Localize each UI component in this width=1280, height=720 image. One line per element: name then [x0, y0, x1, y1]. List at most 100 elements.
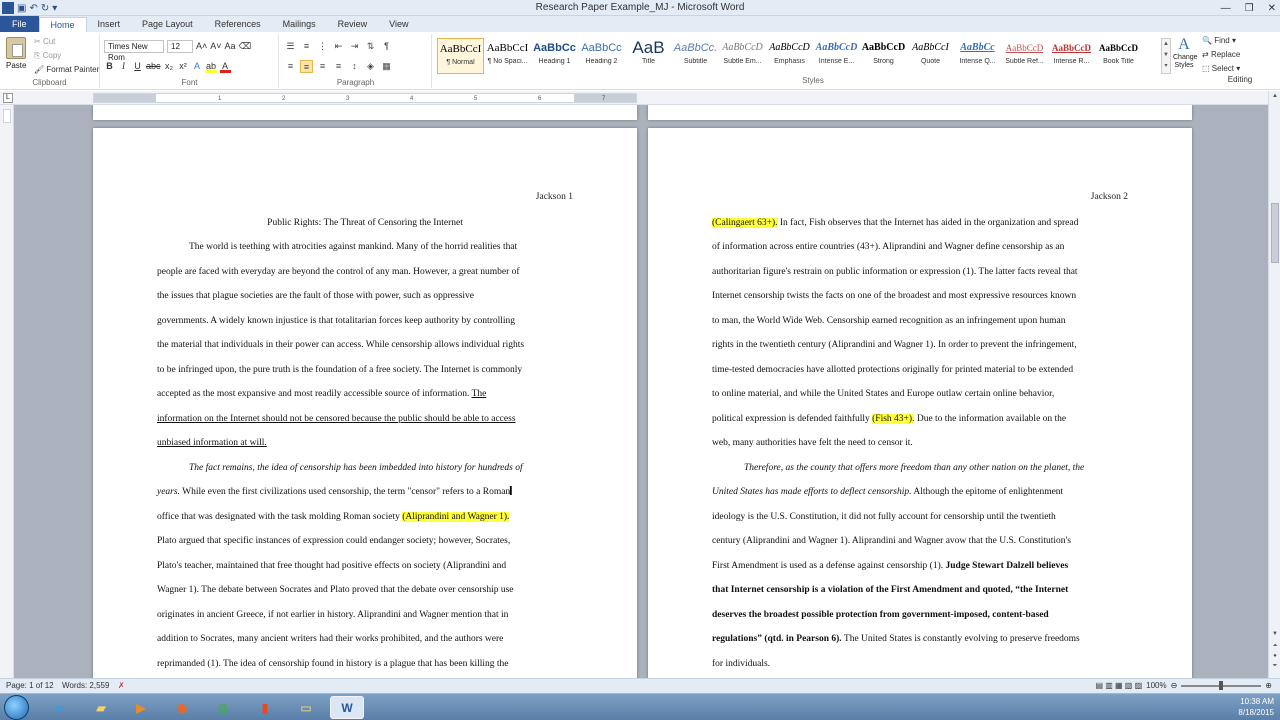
system-tray[interactable]: 10:38 AM 8/18/2015	[1238, 696, 1274, 718]
page-1[interactable]: Jackson 1 Public Rights: The Threat of C…	[93, 128, 637, 678]
clear-format-icon[interactable]: ⌫	[239, 40, 252, 53]
media-player-icon[interactable]: ▶	[124, 696, 158, 719]
tab-page-layout[interactable]: Page Layout	[131, 17, 204, 32]
multilevel-list-icon[interactable]: ⋮	[316, 40, 329, 53]
scroll-up-icon[interactable]: ▲	[1270, 93, 1280, 99]
vertical-scrollbar[interactable]: ▲ ▼ ⏶ ● ⏷	[1268, 91, 1280, 678]
bold-line: deserves the broadest possible protectio…	[712, 610, 1049, 620]
style-book-title[interactable]: AaBbCcD Book Title	[1095, 38, 1142, 74]
style-no-spacing[interactable]: AaBbCcI ¶ No Spaci...	[484, 38, 531, 74]
style-heading-2[interactable]: AaBbCc Heading 2	[578, 38, 625, 74]
style-intense-quote[interactable]: AaBbCc Intense Q...	[954, 38, 1001, 74]
cut-button[interactable]: ✂ Cut	[34, 37, 55, 46]
format-painter-button[interactable]: 🖌 Format Painter	[34, 65, 99, 74]
page-2[interactable]: Jackson 2 (Calingaert 63+). In fact, Fis…	[648, 128, 1192, 678]
grow-font-icon[interactable]: A˄	[196, 40, 207, 53]
align-right-icon[interactable]: ≡	[316, 60, 329, 73]
style-intense-reference[interactable]: AaBbCcD Intense R...	[1048, 38, 1095, 74]
style-emphasis[interactable]: AaBbCcD Emphasis	[766, 38, 813, 74]
text-line: Internet censorship twists the facts on …	[712, 291, 1077, 301]
line-spacing-icon[interactable]: ↕	[348, 60, 361, 73]
find-button[interactable]: 🔍 Find ▾	[1202, 34, 1278, 48]
decrease-indent-icon[interactable]: ⇤	[332, 40, 345, 53]
style-normal[interactable]: AaBbCcI ¶ Normal	[437, 38, 484, 74]
browse-object-icon[interactable]: ●	[1270, 653, 1280, 659]
style-intense-emphasis[interactable]: AaBbCcD Intense E...	[813, 38, 860, 74]
word-taskbar-icon[interactable]: W	[330, 696, 364, 719]
zoom-slider-thumb[interactable]	[1219, 680, 1224, 690]
style-quote[interactable]: AaBbCcI Quote	[907, 38, 954, 74]
firefox-icon[interactable]: ◉	[165, 696, 199, 719]
tab-view[interactable]: View	[378, 17, 419, 32]
font-name-select[interactable]: Times New Rom	[104, 40, 164, 62]
horizontal-ruler[interactable]: L 1 2 3 4 5 6 7	[0, 91, 1280, 105]
change-styles-button[interactable]: A Change Styles	[1173, 36, 1198, 70]
highlight-icon[interactable]: ab	[205, 60, 217, 73]
maximize-icon[interactable]: ❐	[1245, 3, 1254, 14]
tab-insert[interactable]: Insert	[87, 17, 132, 32]
shading-icon[interactable]: ◈	[364, 60, 377, 73]
tab-file[interactable]: File	[0, 16, 39, 32]
tab-home[interactable]: Home	[38, 17, 87, 32]
increase-indent-icon[interactable]: ⇥	[348, 40, 361, 53]
ie-icon[interactable]: e	[42, 696, 76, 719]
font-size-select[interactable]: 12	[167, 40, 193, 53]
change-case-icon[interactable]: Aa	[225, 40, 236, 53]
highlighted-citation: (Aliprandini and Wagner 1).	[402, 512, 510, 522]
style-subtitle[interactable]: AaBbCc. Subtitle	[672, 38, 719, 74]
word-count[interactable]: Words: 2,559	[62, 681, 109, 690]
style-title[interactable]: AaB Title	[625, 38, 672, 74]
scroll-thumb[interactable]	[1271, 203, 1279, 263]
bullets-icon[interactable]: ☰	[284, 40, 297, 53]
justify-icon[interactable]: ≡	[332, 60, 345, 73]
scroll-down-icon[interactable]: ▼	[1270, 631, 1280, 637]
explorer-icon[interactable]: ▰	[84, 696, 118, 719]
numbering-icon[interactable]: ≡	[300, 40, 313, 53]
page-count[interactable]: Page: 1 of 12	[6, 681, 54, 690]
underline-icon[interactable]: U	[132, 60, 143, 73]
superscript-icon[interactable]: x²	[178, 60, 189, 73]
style-heading-1[interactable]: AaBbCc Heading 1	[531, 38, 578, 74]
sort-icon[interactable]: ⇅	[364, 40, 377, 53]
style-subtle-reference[interactable]: AaBbCcD Subtle Ref...	[1001, 38, 1048, 74]
strikethrough-icon[interactable]: abc	[146, 60, 161, 73]
text-effects-icon[interactable]: A	[192, 60, 203, 73]
proofing-icon[interactable]: ✗	[118, 681, 125, 690]
style-subtle-emphasis[interactable]: AaBbCcD Subtle Em...	[719, 38, 766, 74]
bold-icon[interactable]: B	[104, 60, 115, 73]
chrome-icon[interactable]: ◎	[206, 696, 240, 719]
styles-scroll[interactable]: ▲ ▼ ▾	[1161, 38, 1171, 74]
vertical-ruler[interactable]	[0, 105, 14, 678]
paste-button[interactable]: Paste	[6, 61, 26, 70]
italic-icon[interactable]: I	[118, 60, 129, 73]
minimize-icon[interactable]: —	[1221, 3, 1231, 14]
align-left-icon[interactable]: ≡	[284, 60, 297, 73]
tab-mailings[interactable]: Mailings	[272, 17, 327, 32]
start-button-icon[interactable]	[4, 695, 29, 720]
replace-button[interactable]: ⇄ Replace	[1202, 48, 1278, 62]
tab-review[interactable]: Review	[327, 17, 379, 32]
copy-button[interactable]: ⎘ Copy	[34, 51, 61, 61]
zoom-slider[interactable]	[1181, 680, 1262, 690]
zoom-out-icon[interactable]: ⊖	[1171, 681, 1178, 690]
zoom-in-icon[interactable]: ⊕	[1265, 681, 1272, 690]
text-line: reprimanded (1). The idea of censorship …	[157, 659, 509, 669]
style-strong[interactable]: AaBbCcD Strong	[860, 38, 907, 74]
prev-page-icon[interactable]: ⏶	[1270, 643, 1280, 650]
view-mode-icons[interactable]: ▤ ▥ ▦ ▧ ▨	[1095, 681, 1142, 690]
subscript-icon[interactable]: x₂	[164, 60, 175, 73]
shrink-font-icon[interactable]: A˅	[210, 40, 221, 53]
notes-app-icon[interactable]: ▭	[289, 696, 323, 719]
zoom-level[interactable]: 100%	[1146, 681, 1166, 690]
align-center-icon[interactable]: ≡	[300, 60, 313, 73]
borders-icon[interactable]: ▦	[380, 60, 393, 73]
show-marks-icon[interactable]: ¶	[380, 40, 393, 53]
close-icon[interactable]: ✕	[1268, 3, 1276, 14]
recorder-app-icon[interactable]: ▮	[248, 696, 282, 719]
tab-references[interactable]: References	[204, 17, 272, 32]
paste-icon[interactable]	[6, 37, 26, 59]
style-name: Strong	[873, 58, 894, 65]
next-page-icon[interactable]: ⏷	[1270, 663, 1280, 670]
font-color-icon[interactable]: A	[219, 60, 231, 73]
tab-selector-icon[interactable]: L	[3, 93, 13, 103]
